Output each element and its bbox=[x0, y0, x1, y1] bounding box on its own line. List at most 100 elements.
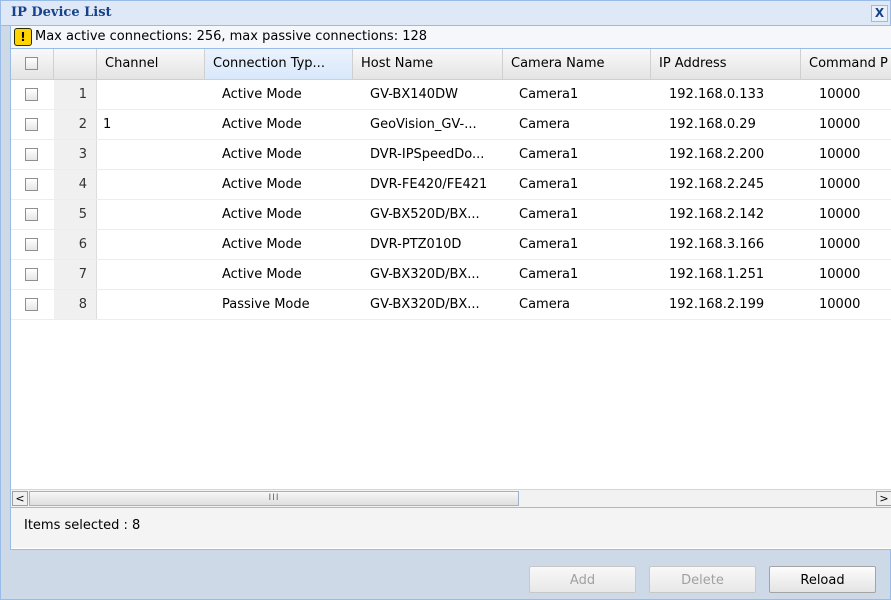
table-row[interactable]: 6 Active Mode DVR-PTZ010D Camera1 192.168.3.… bbox=[11, 230, 891, 260]
select-all-cell bbox=[11, 49, 54, 79]
row-number: 6 bbox=[54, 230, 97, 259]
connection-type-cell: Active Mode bbox=[222, 147, 302, 162]
row-checkbox[interactable] bbox=[25, 208, 38, 221]
row-checkbox-cell bbox=[11, 80, 54, 109]
ip-device-list-window: IP Device List X ! Max active connection… bbox=[0, 0, 891, 600]
ip-address-cell: 192.168.0.133 bbox=[669, 87, 765, 102]
table-row[interactable]: 3 Active Mode DVR-IPSpeedDo... Camera1 192.1… bbox=[11, 140, 891, 170]
camera-name-cell: Camera1 bbox=[519, 207, 579, 222]
command-port-cell: 10000 bbox=[819, 237, 861, 252]
channel-cell bbox=[97, 230, 205, 259]
row-number: 4 bbox=[54, 170, 97, 199]
connection-limits-text: Max active connections: 256, max passive… bbox=[35, 29, 428, 44]
channel-cell bbox=[97, 170, 205, 199]
camera-name-cell: Camera1 bbox=[519, 147, 579, 162]
row-checkbox-cell bbox=[11, 170, 54, 199]
host-name-cell: GeoVision_GV-... bbox=[370, 117, 477, 132]
connection-type-cell: Active Mode bbox=[222, 267, 302, 282]
table-row[interactable]: 1 Active Mode GV-BX140DW Camera1 192.168.0.1… bbox=[11, 80, 891, 110]
device-grid-panel: Channel Connection Typ... Host Name Came… bbox=[10, 48, 891, 550]
row-checkbox[interactable] bbox=[25, 238, 38, 251]
command-port-cell: 10000 bbox=[819, 297, 861, 312]
table-row[interactable]: 2 1 Active Mode GeoVision_GV-... Camera 192.1… bbox=[11, 110, 891, 140]
row-number-header bbox=[54, 49, 97, 79]
camera-name-cell: Camera bbox=[519, 297, 571, 312]
row-checkbox[interactable] bbox=[25, 88, 38, 101]
channel-cell bbox=[97, 80, 205, 109]
table-row[interactable]: 7 Active Mode GV-BX320D/BX... Camera1 192.16… bbox=[11, 260, 891, 290]
horizontal-scrollbar[interactable]: < III > bbox=[11, 489, 891, 507]
row-checkbox[interactable] bbox=[25, 268, 38, 281]
row-number: 1 bbox=[54, 80, 97, 109]
table-row[interactable]: 5 Active Mode GV-BX520D/BX... Camera1 192.16… bbox=[11, 200, 891, 230]
row-checkbox[interactable] bbox=[25, 148, 38, 161]
command-port-cell: 10000 bbox=[819, 147, 861, 162]
connection-type-cell: Active Mode bbox=[222, 117, 302, 132]
column-header-camera-name[interactable]: Camera Name bbox=[503, 49, 651, 79]
host-name-cell: GV-BX320D/BX... bbox=[370, 267, 480, 282]
channel-cell bbox=[97, 140, 205, 169]
ip-address-cell: 192.168.1.251 bbox=[669, 267, 765, 282]
camera-name-cell: Camera bbox=[519, 117, 571, 132]
select-all-checkbox[interactable] bbox=[25, 57, 38, 70]
column-header-ip-address[interactable]: IP Address bbox=[651, 49, 801, 79]
host-name-cell: DVR-FE420/FE421 bbox=[370, 177, 488, 192]
row-number: 8 bbox=[54, 290, 97, 319]
channel-cell bbox=[97, 260, 205, 289]
add-button[interactable]: Add bbox=[529, 566, 636, 593]
ip-address-cell: 192.168.2.142 bbox=[669, 207, 765, 222]
row-checkbox-cell bbox=[11, 110, 54, 139]
row-checkbox[interactable] bbox=[25, 178, 38, 191]
connection-type-cell: Passive Mode bbox=[222, 297, 310, 312]
table-row[interactable]: 8 Passive Mode GV-BX320D/BX... Camera 192.16… bbox=[11, 290, 891, 320]
command-port-cell: 10000 bbox=[819, 87, 861, 102]
camera-name-cell: Camera1 bbox=[519, 237, 579, 252]
host-name-cell: GV-BX320D/BX... bbox=[370, 297, 480, 312]
items-selected-text: Items selected : 8 bbox=[24, 518, 141, 533]
command-port-cell: 10000 bbox=[819, 117, 861, 132]
ip-address-cell: 192.168.2.199 bbox=[669, 297, 765, 312]
delete-button[interactable]: Delete bbox=[649, 566, 756, 593]
command-port-cell: 10000 bbox=[819, 267, 861, 282]
column-header-command-port[interactable]: Command P bbox=[801, 49, 891, 79]
row-number: 5 bbox=[54, 200, 97, 229]
camera-name-cell: Camera1 bbox=[519, 177, 579, 192]
column-header-connection-type[interactable]: Connection Typ... bbox=[205, 49, 353, 79]
scroll-left-button[interactable]: < bbox=[12, 491, 28, 506]
scrollbar-thumb[interactable]: III bbox=[29, 491, 519, 506]
column-header-host-name[interactable]: Host Name bbox=[353, 49, 503, 79]
connection-type-cell: Active Mode bbox=[222, 207, 302, 222]
host-name-cell: DVR-PTZ010D bbox=[370, 237, 462, 252]
channel-cell bbox=[97, 290, 205, 319]
column-header-channel[interactable]: Channel bbox=[97, 49, 205, 79]
row-checkbox[interactable] bbox=[25, 118, 38, 131]
row-checkbox[interactable] bbox=[25, 298, 38, 311]
ip-address-cell: 192.168.0.29 bbox=[669, 117, 756, 132]
row-number: 2 bbox=[54, 110, 97, 139]
close-button[interactable]: X bbox=[871, 5, 888, 22]
command-port-cell: 10000 bbox=[819, 177, 861, 192]
connection-type-cell: Active Mode bbox=[222, 177, 302, 192]
connection-type-cell: Active Mode bbox=[222, 87, 302, 102]
row-number: 7 bbox=[54, 260, 97, 289]
command-port-cell: 10000 bbox=[819, 207, 861, 222]
status-bar: Items selected : 8 bbox=[11, 507, 891, 548]
row-checkbox-cell bbox=[11, 290, 54, 319]
table-row[interactable]: 4 Active Mode DVR-FE420/FE421 Camera1 192.16… bbox=[11, 170, 891, 200]
device-grid: Channel Connection Typ... Host Name Came… bbox=[11, 49, 891, 489]
ip-address-cell: 192.168.3.166 bbox=[669, 237, 765, 252]
reload-button[interactable]: Reload bbox=[769, 566, 876, 593]
row-checkbox-cell bbox=[11, 230, 54, 259]
host-name-cell: DVR-IPSpeedDo... bbox=[370, 147, 485, 162]
ip-address-cell: 192.168.2.245 bbox=[669, 177, 765, 192]
camera-name-cell: Camera1 bbox=[519, 87, 579, 102]
connection-type-cell: Active Mode bbox=[222, 237, 302, 252]
row-checkbox-cell bbox=[11, 200, 54, 229]
scroll-right-button[interactable]: > bbox=[876, 491, 891, 506]
row-number: 3 bbox=[54, 140, 97, 169]
warning-icon: ! bbox=[14, 28, 32, 46]
host-name-cell: GV-BX520D/BX... bbox=[370, 207, 480, 222]
camera-name-cell: Camera1 bbox=[519, 267, 579, 282]
ip-address-cell: 192.168.2.200 bbox=[669, 147, 765, 162]
grid-header: Channel Connection Typ... Host Name Came… bbox=[11, 49, 891, 80]
